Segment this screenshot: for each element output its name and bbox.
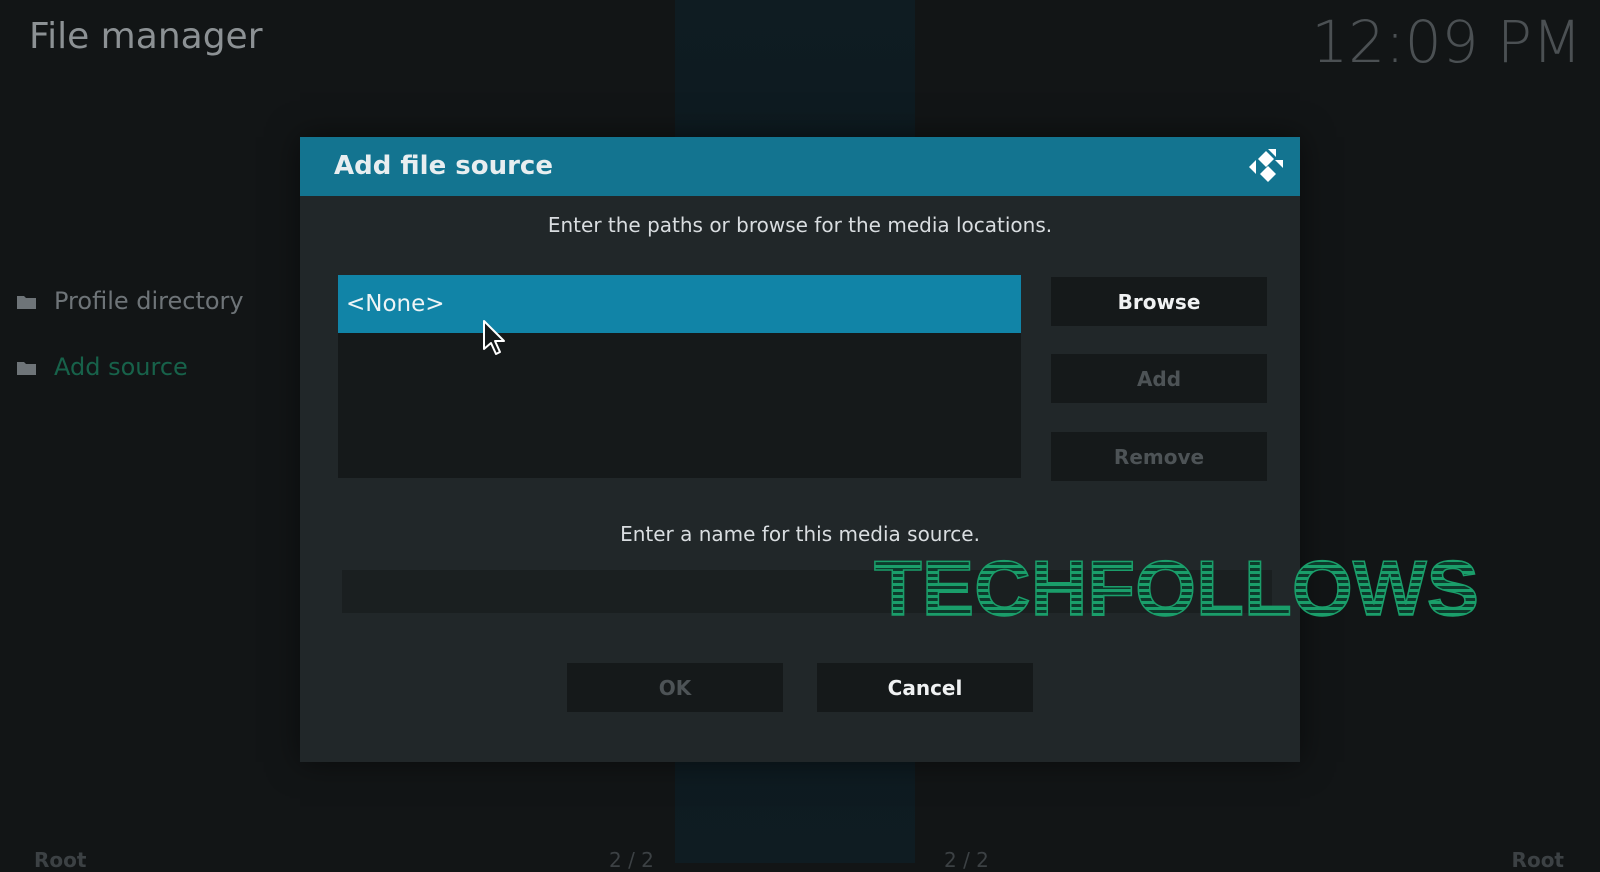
folder-icon	[16, 293, 37, 310]
ok-button[interactable]: OK	[567, 663, 783, 712]
watermark-text: TECHFOLLOWS	[874, 553, 1479, 628]
sidebar-item-label: Profile directory	[54, 287, 244, 315]
sidebar-item-profile-directory[interactable]: Profile directory	[16, 283, 244, 319]
path-item-label: <None>	[346, 291, 445, 317]
footer-center-right-text: 2 / 2	[944, 848, 989, 872]
techfollows-watermark: TECHFOLLOWS	[873, 543, 1484, 633]
clock: 12:09 PM	[1311, 8, 1582, 76]
path-list-item[interactable]: <None>	[338, 275, 1021, 333]
dialog-title: Add file source	[334, 151, 553, 181]
app-title: File manager	[29, 16, 263, 57]
browse-button[interactable]: Browse	[1051, 277, 1267, 326]
mouse-cursor-icon	[482, 319, 508, 359]
cancel-button[interactable]: Cancel	[817, 663, 1033, 712]
kodi-logo-icon	[1246, 145, 1290, 189]
folder-icon	[16, 359, 37, 376]
sidebar-item-label: Add source	[54, 353, 188, 381]
name-instruction: Enter a name for this media source.	[620, 522, 980, 546]
footer-left-text: Root	[34, 848, 87, 872]
add-button[interactable]: Add	[1051, 354, 1267, 403]
paths-instruction: Enter the paths or browse for the media …	[547, 213, 1053, 237]
remove-button[interactable]: Remove	[1051, 432, 1267, 481]
footer-right-text: Root	[1511, 848, 1564, 872]
paths-list[interactable]: <None>	[338, 275, 1021, 478]
footer-center-left-text: 2 / 2	[609, 848, 654, 872]
sidebar-item-add-source[interactable]: Add source	[16, 349, 188, 385]
dialog-header: Add file source	[300, 137, 1300, 196]
add-file-source-dialog: Add file source Enter the paths or brows…	[300, 137, 1300, 762]
